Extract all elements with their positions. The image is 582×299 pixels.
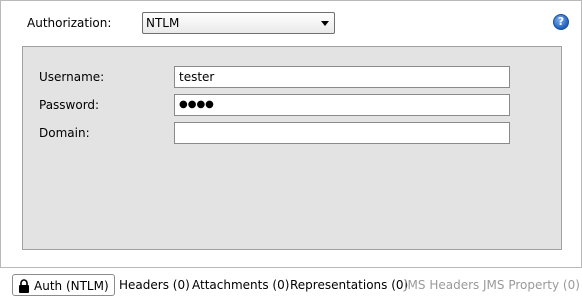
tab-jms-headers[interactable]: JMS Headers	[404, 274, 479, 296]
username-label: Username:	[39, 70, 105, 84]
authorization-label: Authorization:	[27, 16, 112, 30]
tab-headers[interactable]: Headers (0)	[119, 274, 190, 296]
authorization-selected-value: NTLM	[146, 16, 180, 30]
tab-jms-property[interactable]: JMS Property (0)	[483, 274, 580, 296]
authorization-select[interactable]: NTLM	[142, 12, 335, 34]
tab-auth-label: Auth (NTLM)	[34, 279, 109, 293]
username-field[interactable]: tester	[174, 66, 510, 88]
tab-representations[interactable]: Representations (0)	[290, 274, 408, 296]
domain-label: Domain:	[39, 126, 90, 140]
domain-field[interactable]	[174, 122, 510, 144]
credentials-panel: Username: tester Password: ●●●● Domain:	[22, 46, 562, 250]
lock-icon	[19, 279, 29, 293]
password-field[interactable]: ●●●●	[174, 94, 510, 116]
help-icon[interactable]: ?	[553, 14, 569, 30]
tab-attachments[interactable]: Attachments (0)	[192, 274, 289, 296]
auth-frame: Authorization: NTLM ? Username: tester P…	[0, 0, 582, 268]
bottom-tab-bar: Auth (NTLM) Headers (0) Attachments (0) …	[0, 270, 582, 299]
tab-auth[interactable]: Auth (NTLM)	[12, 274, 115, 296]
password-label: Password:	[39, 98, 100, 112]
chevron-down-icon	[321, 21, 329, 26]
